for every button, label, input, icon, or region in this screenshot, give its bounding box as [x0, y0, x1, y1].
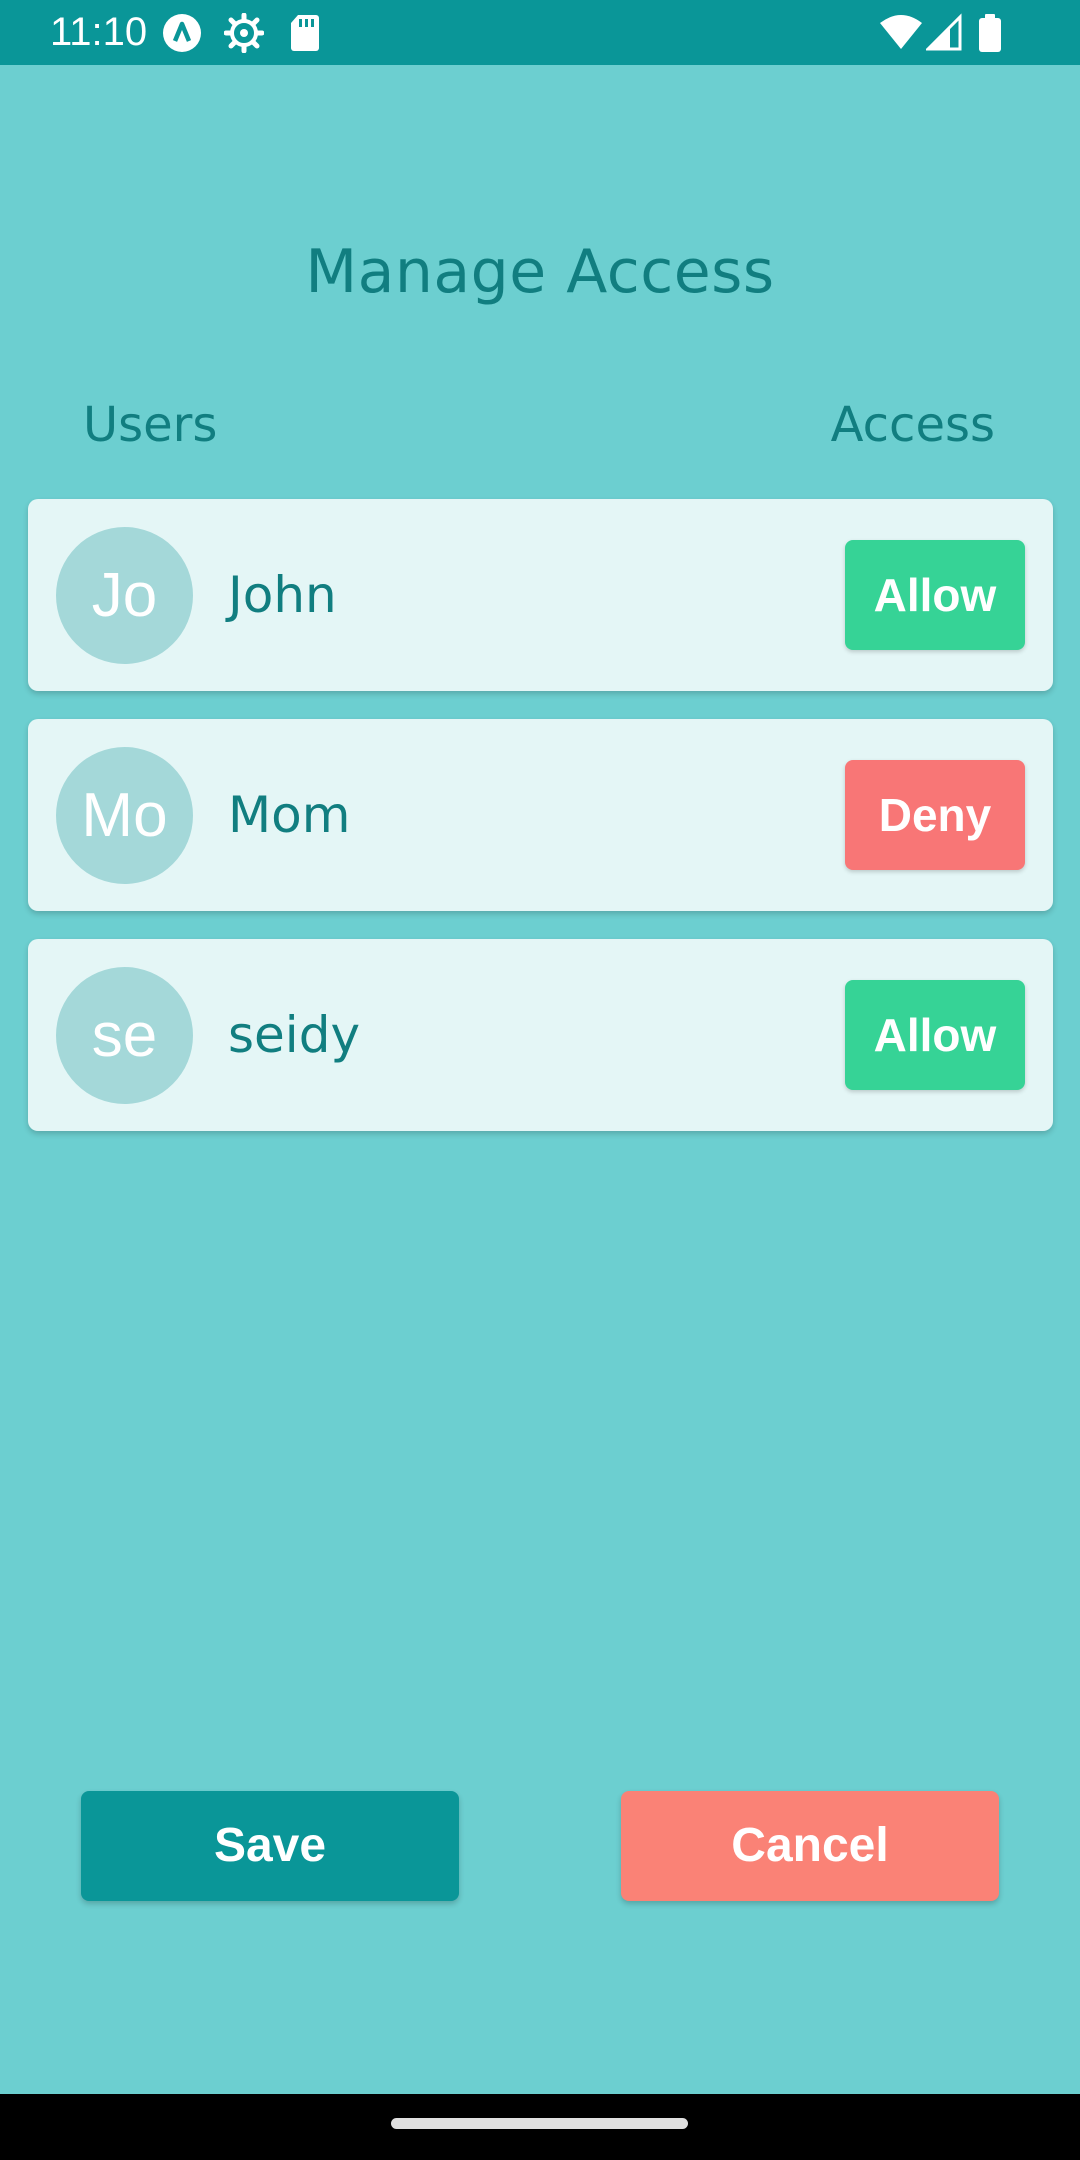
user-card-mom: Mo Mom Deny [28, 719, 1053, 911]
page-title: Manage Access [305, 237, 775, 307]
navigation-bar [0, 2094, 1080, 2160]
app-a-icon [163, 14, 201, 52]
wifi-icon [880, 15, 922, 49]
user-card-john: Jo John Allow [28, 499, 1053, 691]
status-time: 11:10 [50, 10, 148, 54]
access-toggle-button[interactable]: Allow [845, 980, 1025, 1090]
access-toggle-button[interactable]: Deny [845, 760, 1025, 870]
gear-icon [224, 13, 264, 53]
signal-icon [926, 13, 962, 51]
cancel-button[interactable]: Cancel [621, 1791, 999, 1901]
avatar: Jo [56, 527, 193, 664]
user-card-seidy: se seidy Allow [28, 939, 1053, 1131]
users-column-header: Users [83, 397, 218, 453]
status-bar: 11:10 [0, 0, 1080, 65]
avatar: Mo [56, 747, 193, 884]
battery-icon [979, 14, 1001, 52]
avatar: se [56, 967, 193, 1104]
home-handle[interactable] [391, 2118, 688, 2129]
save-button[interactable]: Save [81, 1791, 459, 1901]
access-column-header: Access [830, 397, 995, 453]
access-toggle-button[interactable]: Allow [845, 540, 1025, 650]
user-name: John [228, 566, 337, 624]
sd-card-icon [291, 15, 319, 51]
user-name: Mom [228, 786, 351, 844]
user-name: seidy [228, 1006, 361, 1064]
